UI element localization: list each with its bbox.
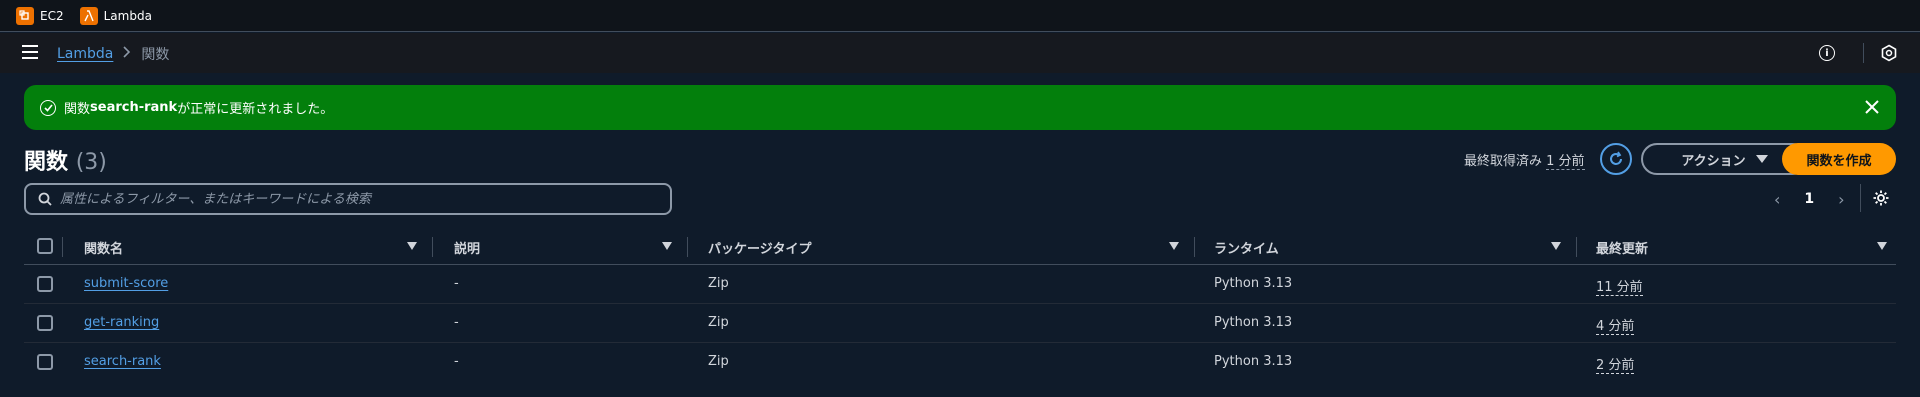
search-box (24, 183, 672, 215)
column-header-runtime[interactable]: ランタイム (1214, 238, 1279, 257)
last-modified-cell: 2 分前 (1596, 354, 1635, 374)
favorite-lambda-label: Lambda (103, 8, 152, 23)
breadcrumb: Lambda 関数 (57, 44, 169, 64)
sort-icon[interactable] (407, 242, 417, 250)
function-name-link[interactable]: get-ranking (84, 315, 159, 330)
package-type-cell: Zip (708, 276, 729, 291)
select-all-checkbox[interactable] (37, 238, 53, 254)
lambda-icon (79, 6, 98, 25)
functions-table: 関数名 説明 パッケージタイプ ランタイム 最終更新 submit-score … (24, 229, 1896, 382)
ec2-icon (16, 6, 34, 25)
row-checkbox[interactable] (37, 315, 53, 331)
pager-divider (1860, 184, 1861, 212)
package-type-cell: Zip (708, 354, 729, 369)
table-header: 関数名 説明 パッケージタイプ ランタイム 最終更新 (24, 229, 1896, 265)
column-header-description[interactable]: 説明 (454, 238, 480, 257)
success-check-icon (40, 99, 56, 116)
column-header-name[interactable]: 関数名 (84, 238, 123, 257)
column-header-package-type[interactable]: パッケージタイプ (708, 238, 811, 257)
breadcrumb-current: 関数 (141, 47, 170, 63)
create-function-button[interactable]: 関数を作成 (1782, 143, 1896, 175)
favorite-lambda[interactable]: Lambda (79, 6, 152, 25)
runtime-cell: Python 3.13 (1214, 276, 1293, 291)
function-name-link[interactable]: search-rank (84, 354, 161, 369)
table-row: search-rank - Zip Python 3.13 2 分前 (24, 343, 1896, 382)
success-flash: 関数 search-rank が正常に更新されました。 (24, 85, 1896, 130)
favorites-bar: EC2 Lambda (0, 0, 1920, 32)
search-icon (38, 192, 52, 206)
refresh-button[interactable] (1600, 143, 1632, 175)
runtime-cell: Python 3.13 (1214, 315, 1293, 330)
sort-icon[interactable] (1551, 242, 1561, 250)
last-modified-cell: 4 分前 (1596, 315, 1635, 335)
description-cell: - (454, 276, 459, 291)
column-divider (432, 237, 433, 257)
next-page-icon[interactable]: › (1838, 190, 1844, 209)
info-icon[interactable]: i (1819, 45, 1835, 61)
column-divider (1194, 237, 1195, 257)
favorite-ec2[interactable]: EC2 (16, 6, 64, 25)
chevron-right-icon (123, 46, 131, 62)
navigation-bar: Lambda 関数 i (0, 33, 1920, 73)
flash-prefix: 関数 (64, 102, 91, 117)
flash-suffix: が正常に更新されました。 (177, 102, 334, 117)
actions-label: アクション (1681, 153, 1746, 169)
close-icon[interactable] (1864, 99, 1880, 115)
row-checkbox[interactable] (37, 354, 53, 370)
last-fetched-value: 1 分前 (1546, 154, 1585, 170)
notifications-panel-icon[interactable] (1880, 44, 1898, 62)
table-row: get-ranking - Zip Python 3.13 4 分前 (24, 304, 1896, 343)
sort-icon[interactable] (1877, 242, 1887, 250)
table-row: submit-score - Zip Python 3.13 11 分前 (24, 265, 1896, 304)
description-cell: - (454, 354, 459, 369)
column-divider (1576, 237, 1577, 257)
breadcrumb-lambda-link[interactable]: Lambda (57, 46, 113, 62)
prev-page-icon[interactable]: ‹ (1774, 190, 1780, 209)
flash-function-name: search-rank (90, 100, 178, 115)
nav-divider (1863, 43, 1864, 63)
column-header-last-modified[interactable]: 最終更新 (1596, 238, 1648, 257)
sort-icon[interactable] (1169, 242, 1179, 250)
column-divider (687, 237, 688, 257)
refresh-icon (1610, 151, 1622, 165)
last-fetched-label: 最終取得済み (1464, 154, 1547, 169)
last-modified-cell: 11 分前 (1596, 276, 1643, 296)
sort-icon[interactable] (662, 242, 672, 250)
row-checkbox[interactable] (37, 276, 53, 292)
last-fetched: 最終取得済み 1 分前 (1464, 150, 1585, 170)
caret-down-icon (1755, 155, 1768, 163)
package-type-cell: Zip (708, 315, 729, 330)
favorite-ec2-label: EC2 (40, 8, 64, 23)
runtime-cell: Python 3.13 (1214, 354, 1293, 369)
pagination: ‹ 1 › (1774, 188, 1845, 210)
search-input[interactable] (60, 191, 650, 207)
current-page[interactable]: 1 (1804, 191, 1814, 207)
page-title: 関数 (3) (24, 144, 107, 176)
gear-icon[interactable] (1872, 189, 1890, 207)
function-name-link[interactable]: submit-score (84, 276, 168, 291)
menu-icon[interactable] (22, 45, 38, 61)
description-cell: - (454, 315, 459, 330)
page-title-text: 関数 (24, 150, 69, 175)
function-count: (3) (75, 150, 107, 175)
column-divider (62, 237, 63, 257)
